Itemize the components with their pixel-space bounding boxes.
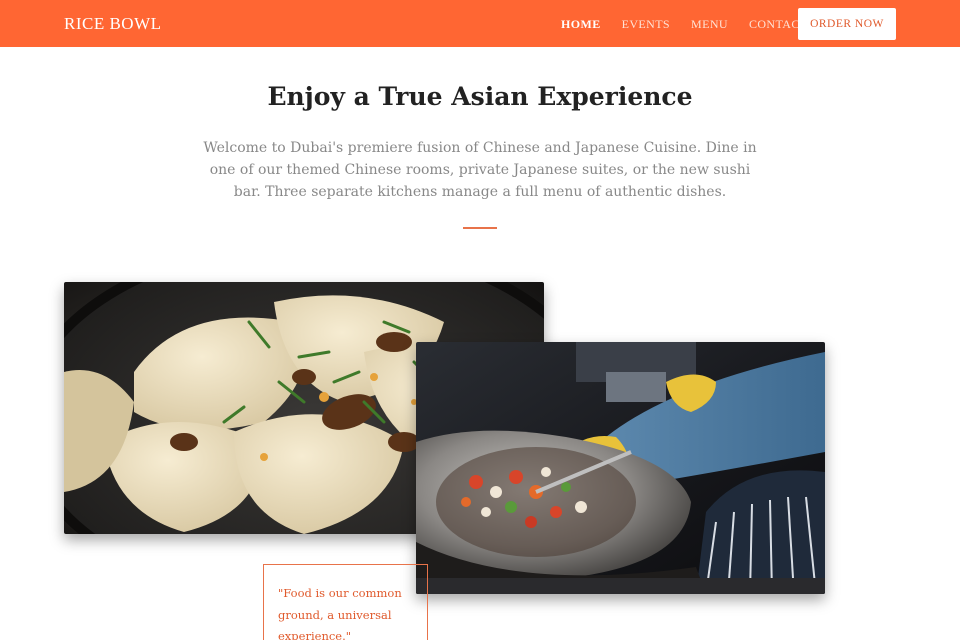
order-now-button[interactable]: ORDER NOW (798, 8, 896, 40)
quote-box: "Food is our common ground, a universal … (263, 564, 428, 640)
page-title: Enjoy a True Asian Experience (267, 82, 693, 111)
nav-links: HOME EVENTS MENU CONTACT (561, 17, 828, 32)
top-navbar: RICE BOWL HOME EVENTS MENU CONTACT ORDER… (0, 0, 960, 47)
nav-link-home[interactable]: HOME (561, 17, 601, 32)
quote-text: "Food is our common ground, a universal … (278, 586, 402, 640)
nav-link-menu[interactable]: MENU (691, 17, 728, 32)
wok-cooking-photo (416, 342, 825, 594)
nav-link-events[interactable]: EVENTS (622, 17, 670, 32)
brand-logo[interactable]: RICE BOWL (64, 14, 162, 34)
section-divider (463, 227, 497, 229)
intro-paragraph: Welcome to Dubai's premiere fusion of Ch… (203, 140, 757, 200)
cut-off-heading (495, 628, 795, 640)
